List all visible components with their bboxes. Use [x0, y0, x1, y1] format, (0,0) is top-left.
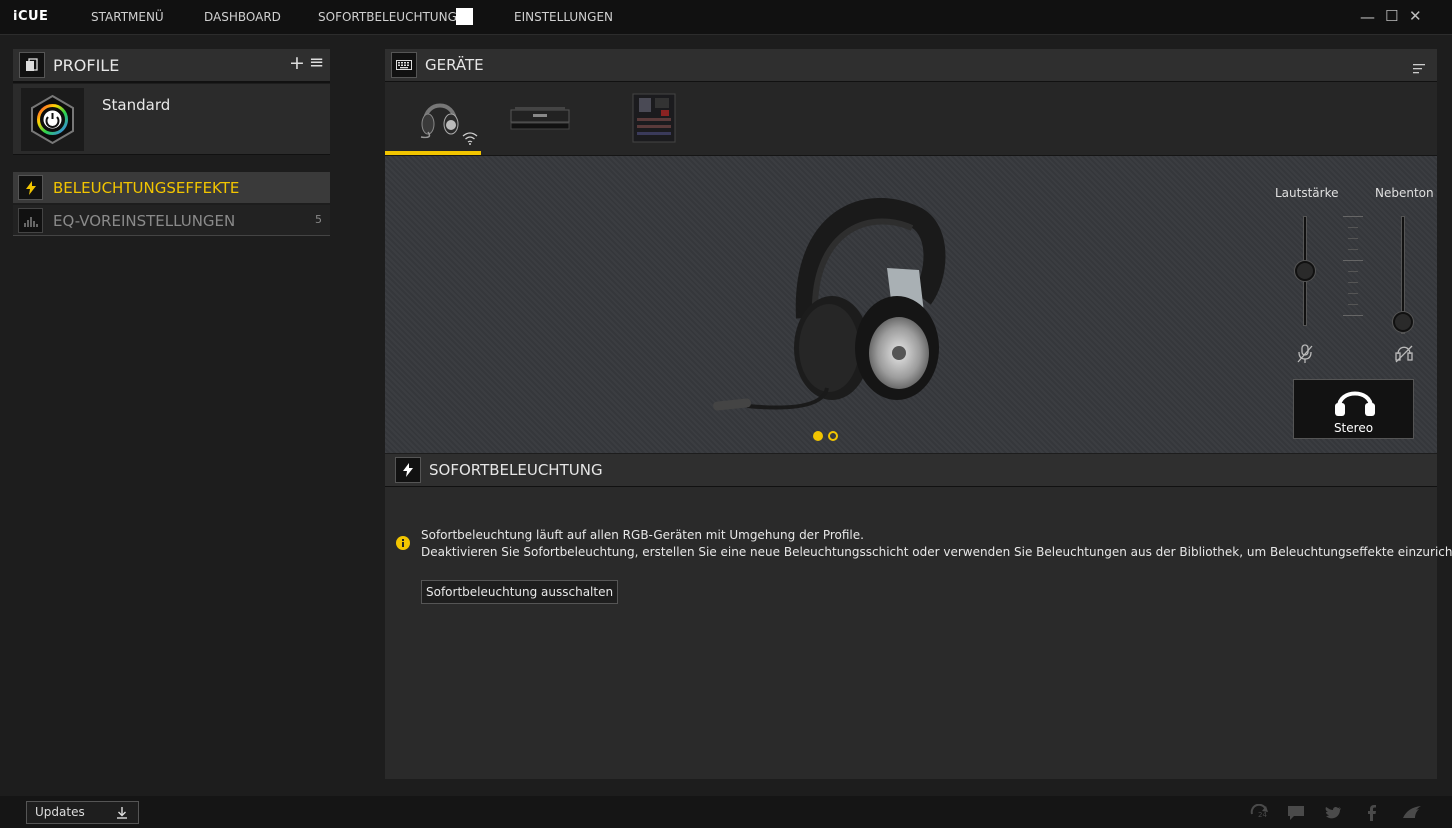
lightning-icon: [18, 175, 43, 200]
headset-image: [713, 198, 946, 411]
nav-startmenu[interactable]: STARTMENÜ: [91, 10, 164, 24]
stereo-mode-button[interactable]: Stereo: [1293, 379, 1414, 439]
nav-settings[interactable]: EINSTELLUNGEN: [514, 10, 613, 24]
device-preview: Lautstärke Nebenton Stereo: [385, 156, 1437, 453]
instant-lighting-color-swatch[interactable]: [456, 8, 473, 25]
sidebar-item-label: BELEUCHTUNGSEFFEKTE: [53, 179, 240, 197]
profile-card[interactable]: Standard: [13, 84, 330, 155]
info-icon: [396, 536, 410, 550]
info-line-2: Deaktivieren Sie Sofortbeleuchtung, erst…: [421, 545, 1452, 559]
wireless-icon: [462, 132, 478, 145]
volume-slider-knob[interactable]: [1295, 261, 1315, 281]
keyboard-icon: [391, 52, 417, 78]
profiles-header: PROFILE + ≡: [13, 49, 330, 83]
selected-device-indicator: [385, 151, 481, 155]
pager-dot[interactable]: [828, 431, 838, 441]
nav-instant-lighting[interactable]: SOFORTBELEUCHTUNG: [318, 10, 457, 24]
pager-dot-active[interactable]: [813, 431, 823, 441]
top-navigation-bar: iCUE STARTMENÜ DASHBOARD SOFORTBELEUCHTU…: [0, 0, 1452, 35]
eq-preset-count: 5: [315, 213, 322, 226]
device-headset[interactable]: [385, 82, 481, 155]
app-logo: iCUE: [13, 9, 49, 24]
maximize-button[interactable]: ☐: [1385, 7, 1398, 25]
profile-logo-icon: [21, 88, 84, 151]
close-button[interactable]: ✕: [1409, 7, 1422, 25]
instant-lighting-header: SOFORTBELEUCHTUNG: [385, 454, 1437, 488]
facebook-icon[interactable]: [1367, 805, 1377, 821]
headphones-icon: [1335, 391, 1375, 416]
profiles-icon: [19, 52, 45, 78]
updates-button[interactable]: Updates: [26, 801, 139, 824]
volume-scale: [1343, 216, 1363, 328]
info-line-1: Sofortbeleuchtung läuft auf allen RGB-Ge…: [421, 528, 864, 542]
add-profile-button[interactable]: +: [289, 52, 305, 74]
download-icon: [117, 807, 127, 819]
support-24-icon[interactable]: 24: [1250, 803, 1270, 820]
mic-mute-icon[interactable]: [1296, 344, 1314, 364]
device-sort-icon[interactable]: [1413, 59, 1425, 78]
devices-header: GERÄTE: [385, 49, 1437, 83]
equalizer-icon: [18, 208, 43, 233]
sidebar-item-lighting-effects[interactable]: BELEUCHTUNGSEFFEKTE: [13, 172, 330, 203]
chat-icon[interactable]: [1287, 805, 1305, 821]
devices-title: GERÄTE: [425, 56, 484, 74]
volume-label: Lautstärke: [1275, 186, 1339, 200]
active-profile-name: Standard: [102, 96, 171, 114]
updates-label: Updates: [35, 805, 85, 819]
motherboard-icon: [632, 93, 676, 143]
support-badge: 24: [1258, 811, 1267, 819]
twitter-icon[interactable]: [1325, 806, 1342, 820]
sidetone-mute-icon[interactable]: [1394, 342, 1414, 364]
profile-menu-button[interactable]: ≡: [309, 52, 324, 73]
sidebar-item-eq-presets[interactable]: EQ-VOREINSTELLUNGEN 5: [13, 205, 330, 236]
headset-thumbnail-icon: [420, 103, 459, 139]
nav-dashboard[interactable]: DASHBOARD: [204, 10, 281, 24]
instant-lighting-title: SOFORTBELEUCHTUNG: [429, 461, 603, 479]
profiles-title: PROFILE: [53, 56, 120, 75]
minimize-button[interactable]: —: [1360, 8, 1375, 26]
lightning-icon: [395, 457, 421, 483]
device-motherboard[interactable]: [631, 92, 679, 144]
corsair-logo-icon[interactable]: [1402, 805, 1422, 819]
ram-module-icon: [510, 107, 570, 130]
stereo-label: Stereo: [1333, 421, 1374, 435]
device-memory[interactable]: [505, 102, 585, 138]
device-list: [385, 82, 1437, 156]
sidebar-item-label: EQ-VOREINSTELLUNGEN: [53, 212, 236, 230]
sidetone-label: Nebenton: [1375, 186, 1434, 200]
instant-lighting-panel: Sofortbeleuchtung läuft auf allen RGB-Ge…: [385, 487, 1452, 779]
sidetone-slider-knob[interactable]: [1393, 312, 1413, 333]
status-bar: Updates 24: [0, 796, 1452, 828]
disable-instant-lighting-button[interactable]: Sofortbeleuchtung ausschalten: [421, 580, 619, 604]
